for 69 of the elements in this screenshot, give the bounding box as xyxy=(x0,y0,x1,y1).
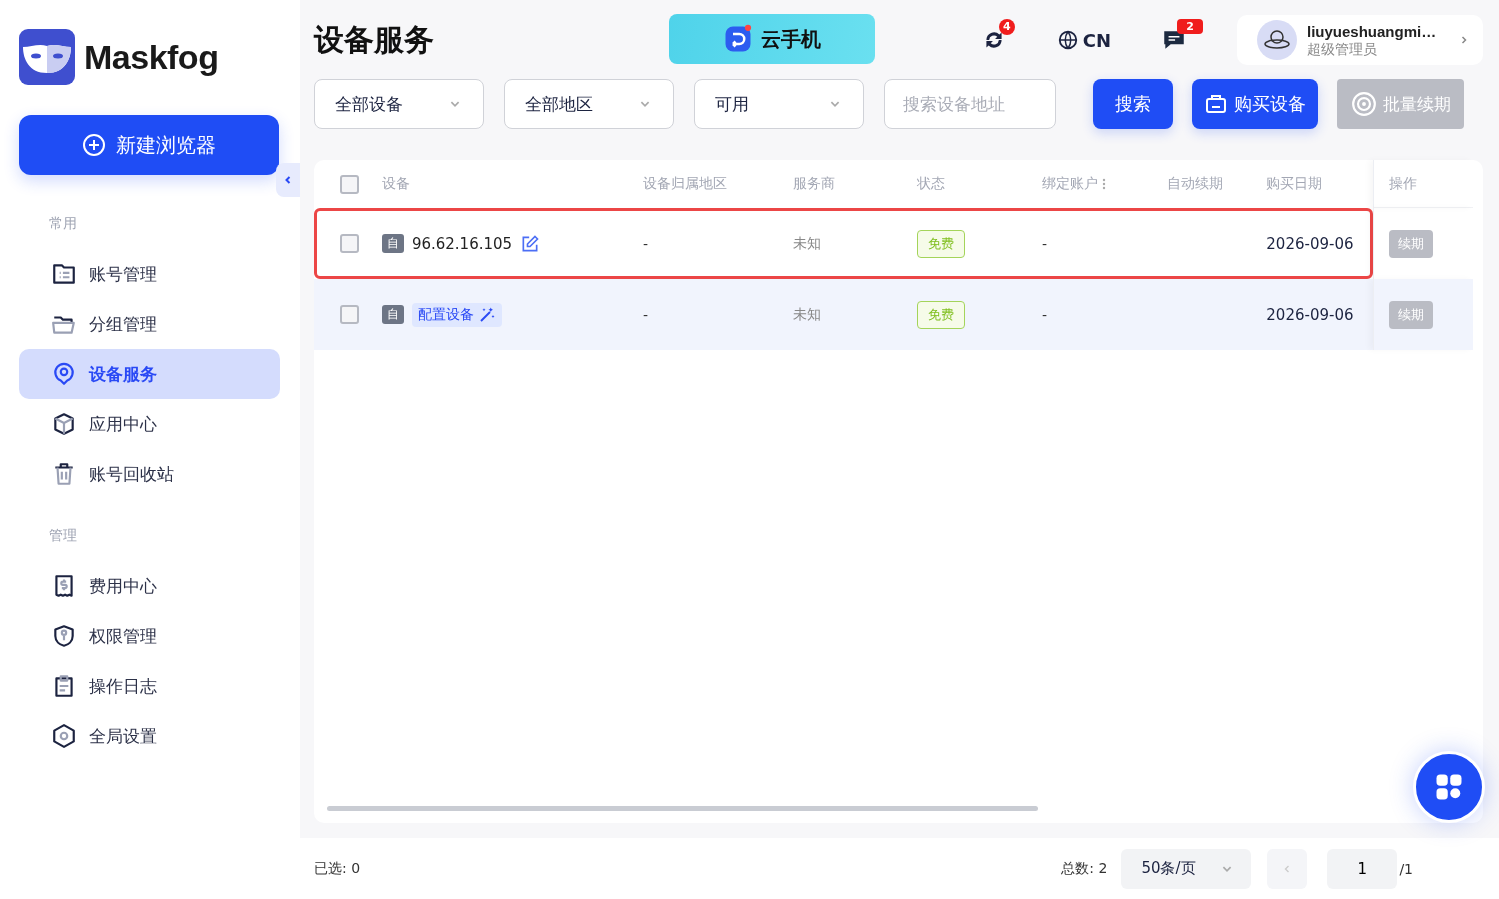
search-button[interactable]: 搜索 xyxy=(1093,79,1173,129)
total-count: 总数: 2 xyxy=(1061,859,1108,878)
table-cell: - xyxy=(1041,306,1047,323)
column-header: 状态 xyxy=(917,175,946,193)
sidebar-item[interactable]: 账号回收站 xyxy=(19,449,280,499)
table-cell: - xyxy=(643,235,649,252)
column-header: 操作 xyxy=(1389,174,1417,193)
user-name: liuyueshuangmi… xyxy=(1307,21,1438,41)
sidebar-item[interactable]: 设备服务 xyxy=(19,349,280,399)
configure-device-link[interactable]: 配置设备 xyxy=(411,302,502,327)
filter-dropdown[interactable]: 全部设备 xyxy=(314,79,484,129)
buy-button[interactable]: 购买设备 xyxy=(1192,79,1318,129)
status-tag: 免费 xyxy=(917,300,966,329)
user-role: 超级管理员 xyxy=(1307,40,1378,59)
selected-count: 已选: 0 xyxy=(314,859,361,878)
column-header: 购买日期 xyxy=(1266,175,1323,193)
sidebar-item[interactable]: 操作日志 xyxy=(19,661,280,711)
sidebar-item[interactable]: 费用中心 xyxy=(19,561,280,611)
notification-badge: 2 xyxy=(1177,19,1203,34)
sidebar-item[interactable]: 分组管理 xyxy=(19,299,280,349)
search-field[interactable]: 搜索设备地址 xyxy=(884,79,1056,129)
section-label: 常用 xyxy=(48,215,78,233)
chevron-left-icon xyxy=(283,175,293,185)
table-cell: 2026-09-06 xyxy=(1266,305,1354,324)
table-cell: 未知 xyxy=(792,305,821,324)
edit-icon[interactable] xyxy=(520,233,541,254)
column-header: 服务商 xyxy=(792,175,835,193)
column-header: 设备归属地区 xyxy=(643,175,728,193)
column-header: 设备 xyxy=(381,175,410,193)
language-label[interactable]: CN xyxy=(1082,29,1111,51)
more-icon[interactable] xyxy=(1101,178,1106,190)
row-checkbox[interactable] xyxy=(340,234,359,253)
table-cell: - xyxy=(643,306,649,323)
page-count: /1 xyxy=(1399,860,1413,877)
device-address: 96.62.16.105 xyxy=(411,234,513,253)
sidebar-item[interactable]: 权限管理 xyxy=(19,611,280,661)
filter-dropdown[interactable]: 可用 xyxy=(694,79,864,129)
sidebar-item[interactable]: 账号管理 xyxy=(19,249,280,299)
column-header: 自动续期 xyxy=(1166,175,1223,193)
page-title: 设备服务 xyxy=(314,20,435,59)
page-size-dropdown[interactable]: 50条/页 xyxy=(1121,848,1252,889)
sidebar-item[interactable]: 全局设置 xyxy=(19,711,280,761)
collapse-button[interactable] xyxy=(276,163,300,197)
type-tag: 自 xyxy=(381,305,404,324)
brand-name: Maskfog xyxy=(84,37,219,77)
new-browser-button[interactable]: 新建浏览器 xyxy=(19,115,279,175)
apps-icon xyxy=(1434,772,1464,802)
table-cell: 未知 xyxy=(792,234,821,253)
select-all-checkbox[interactable] xyxy=(340,174,359,194)
bag-icon xyxy=(1204,92,1228,116)
mask-logo-icon xyxy=(19,29,75,85)
table-cell: 2026-09-06 xyxy=(1266,234,1354,253)
type-tag: 自 xyxy=(381,234,404,253)
table-cell: - xyxy=(1041,235,1047,252)
chevron-right-icon xyxy=(1459,35,1469,45)
page-field[interactable]: 1 xyxy=(1327,848,1398,889)
row-checkbox[interactable] xyxy=(340,305,359,324)
avatar-icon xyxy=(1257,20,1297,60)
notification-badge: 4 xyxy=(998,19,1015,35)
status-tag: 免费 xyxy=(917,229,966,258)
filter-dropdown[interactable]: 全部地区 xyxy=(504,79,674,129)
cloud-phone-banner[interactable]: 云手机 xyxy=(669,14,875,64)
plus-icon xyxy=(82,133,106,157)
user-card[interactable]: liuyueshuangmi… 超级管理员 xyxy=(1237,15,1483,65)
column-header: 绑定账户 xyxy=(1041,175,1098,193)
section-label: 管理 xyxy=(48,527,78,545)
sidebar-item[interactable]: 应用中心 xyxy=(19,399,280,449)
globe-icon[interactable] xyxy=(1056,29,1079,51)
horizontal-scrollbar[interactable] xyxy=(327,806,1038,811)
